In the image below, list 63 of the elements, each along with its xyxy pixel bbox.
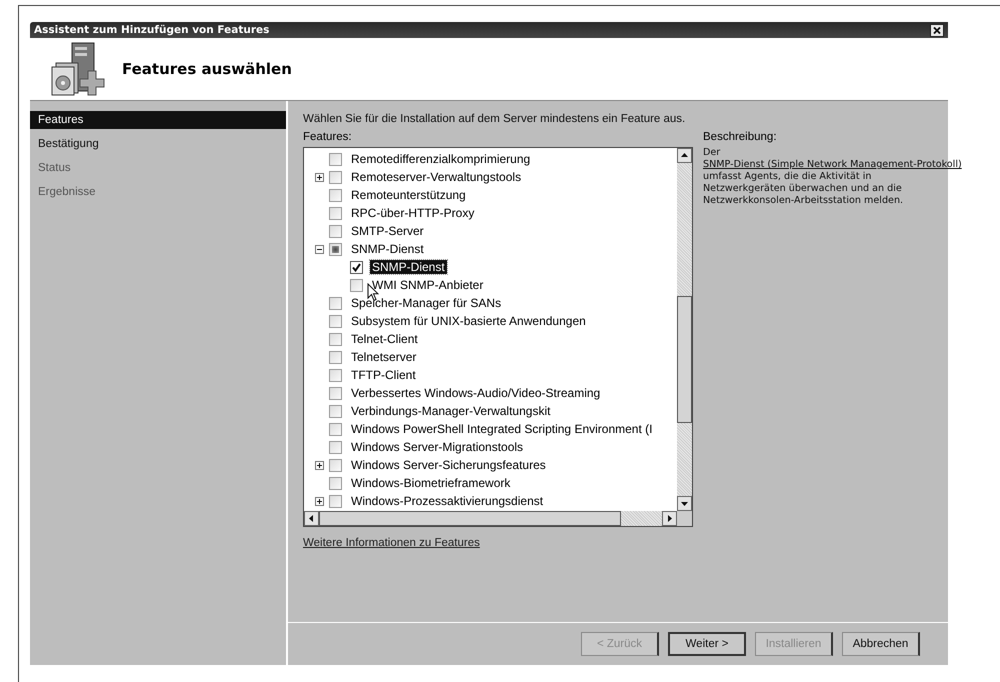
nav-step[interactable]: Features	[30, 111, 286, 129]
checkbox[interactable]	[329, 440, 342, 454]
feature-item[interactable]: Windows PowerShell Integrated Scripting Environment (I	[349, 422, 654, 436]
feature-item[interactable]: Telnet-Client	[349, 332, 420, 346]
checkbox[interactable]	[329, 332, 342, 346]
nav-step[interactable]: Bestätigung	[30, 132, 286, 156]
feature-item[interactable]: Remoteserver-Verwaltungstools	[349, 170, 524, 184]
checkbox[interactable]	[329, 368, 342, 382]
checkbox[interactable]	[350, 278, 363, 292]
wizard-button[interactable]: Abbrechen	[842, 632, 920, 656]
checkbox[interactable]	[329, 476, 342, 490]
checkbox[interactable]	[329, 242, 342, 256]
feature-item[interactable]: Windows-Prozessaktivierungsdienst	[349, 494, 546, 508]
scroll-right-icon[interactable]	[665, 514, 674, 523]
feature-item[interactable]: Verbessertes Windows-Audio/Video-Streaming	[349, 386, 602, 400]
checkbox[interactable]	[329, 152, 342, 166]
horizontal-scrollbar[interactable]	[304, 511, 692, 526]
checkbox[interactable]	[329, 224, 342, 238]
checkbox[interactable]	[329, 188, 342, 202]
feature-item[interactable]: Windows Server-Sicherungsfeatures	[349, 458, 548, 472]
feature-item[interactable]: Windows Server-Migrationstools	[349, 440, 526, 454]
feature-item[interactable]: TFTP-Client	[349, 368, 418, 382]
scroll-left-icon[interactable]	[307, 514, 316, 523]
description-label: Beschreibung:	[703, 131, 778, 143]
scroll-down-icon[interactable]	[680, 499, 689, 508]
instruction-text: Wählen Sie für die Installation auf dem Server mindestens ein Feature aus.	[303, 113, 686, 125]
feature-item[interactable]: Subsystem für UNIX-basierte Anwendungen	[349, 314, 588, 328]
checkbox[interactable]	[329, 350, 342, 364]
feature-item[interactable]: Telnetserver	[349, 350, 418, 364]
feature-item[interactable]: SMTP-Server	[349, 224, 426, 238]
checkbox[interactable]	[329, 206, 342, 220]
feature-item[interactable]: Speicher-Manager für SANs	[349, 296, 504, 310]
feature-item[interactable]: Remotedifferenzialkomprimierung	[349, 152, 532, 166]
collapse-icon[interactable]	[314, 244, 324, 254]
wizard-button[interactable]: Weiter >	[668, 632, 746, 656]
checkbox[interactable]	[350, 260, 363, 274]
checkbox[interactable]	[329, 422, 342, 436]
expand-icon[interactable]	[314, 172, 324, 182]
more-info-link[interactable]: Weitere Informationen zu Features	[303, 537, 480, 549]
checkbox[interactable]	[329, 314, 342, 328]
feature-item[interactable]: SNMP-Dienst	[349, 242, 426, 256]
server-icon	[50, 41, 106, 97]
expand-icon[interactable]	[314, 460, 324, 470]
feature-item[interactable]: SNMP-Dienst	[370, 260, 447, 274]
feature-item[interactable]: Verbindungs-Manager-Verwaltungskit	[349, 404, 552, 418]
checkbox[interactable]	[329, 386, 342, 400]
feature-item[interactable]: Remoteunterstützung	[349, 188, 468, 202]
vertical-scrollbar[interactable]	[677, 148, 692, 511]
scroll-up-icon[interactable]	[680, 151, 689, 160]
feature-item[interactable]: Windows-Biometrieframework	[349, 476, 512, 490]
snmp-link[interactable]: SNMP-Dienst (Simple Network Management-Protokoll)	[703, 159, 962, 170]
page-heading: Features auswählen	[122, 60, 292, 78]
feature-item[interactable]: RPC-über-HTTP-Proxy	[349, 206, 476, 220]
feature-item[interactable]: WMI SNMP-Anbieter	[370, 278, 486, 292]
checkbox[interactable]	[329, 296, 342, 310]
checkbox[interactable]	[329, 494, 342, 508]
checkbox[interactable]	[329, 458, 342, 472]
checkbox[interactable]	[329, 170, 342, 184]
expand-icon[interactable]	[314, 496, 324, 506]
features-label: Features:	[303, 131, 353, 143]
close-icon[interactable]	[930, 24, 944, 36]
checkbox[interactable]	[329, 404, 342, 418]
window-title: Assistent zum Hinzufügen von Features	[34, 24, 270, 36]
